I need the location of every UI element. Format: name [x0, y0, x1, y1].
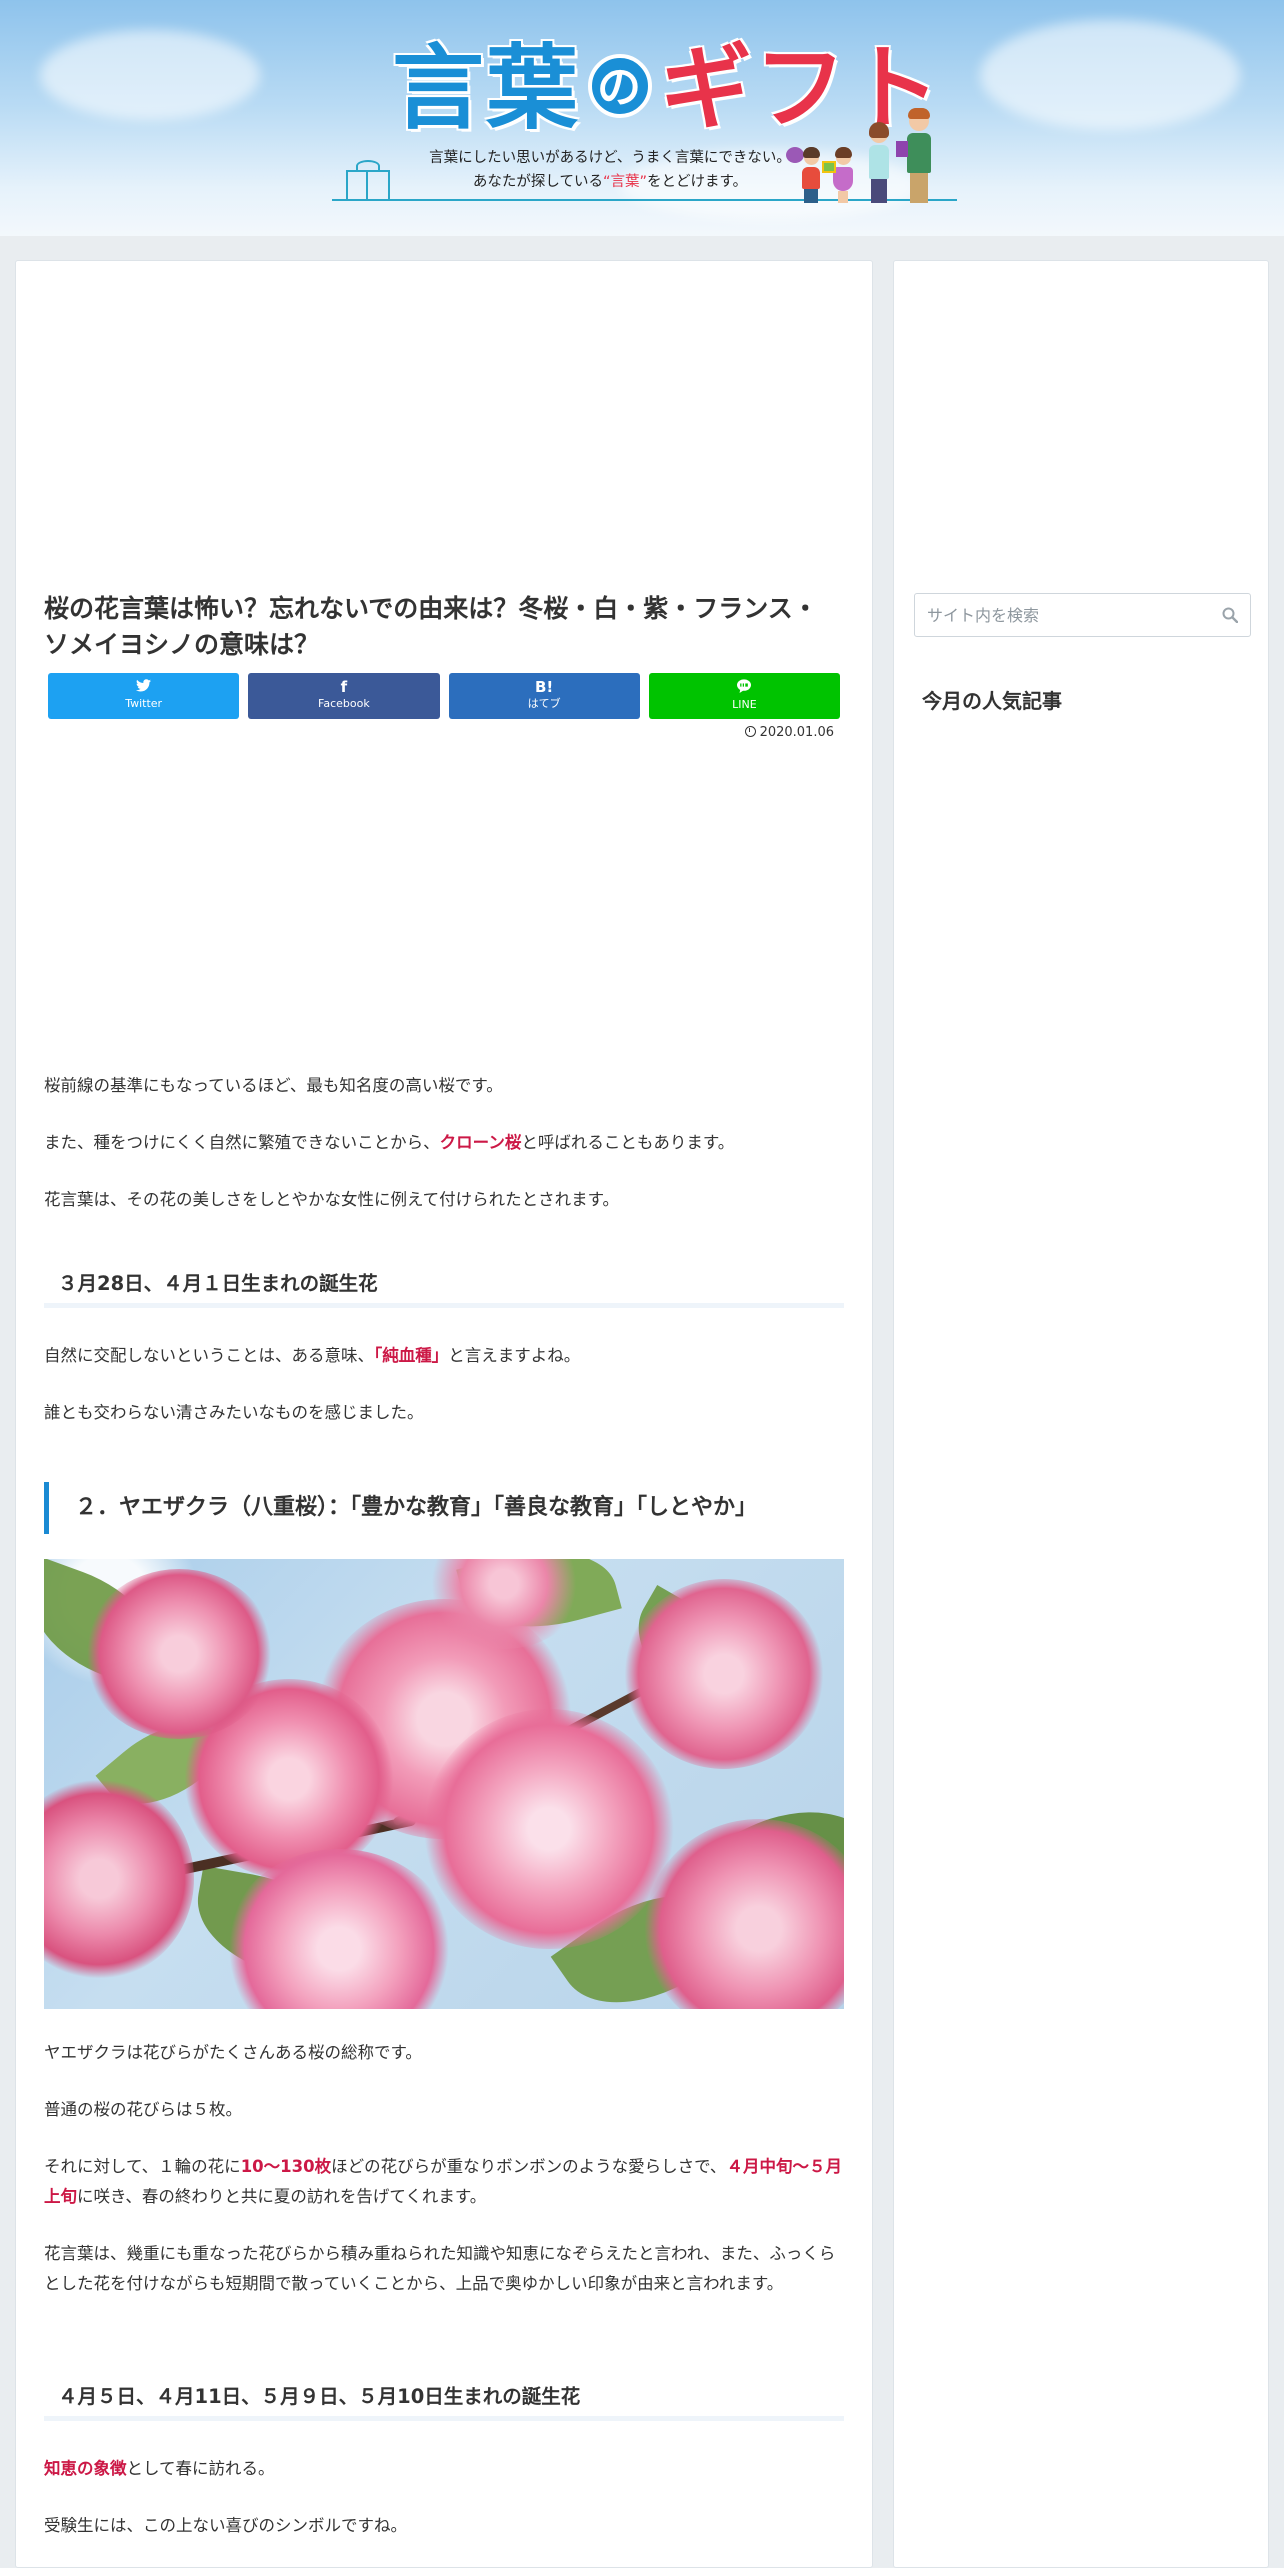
facebook-f-icon: f [340, 678, 348, 696]
paragraph: 自然に交配しないということは、ある意味、「純血種」と言えますよね。 [44, 1341, 844, 1371]
share-label: LINE [732, 698, 757, 711]
boy-figure [786, 147, 824, 203]
logo-text-kotoba: 言葉 [392, 35, 581, 142]
paragraph: 誰とも交わらない清さみたいなものを感じました。 [44, 1403, 424, 1422]
yaezakura-photo [44, 1559, 844, 2009]
family-illustration [786, 98, 950, 203]
emphasis-text: 「純血種」 [374, 1346, 449, 1365]
site-tagline: 言葉にしたい思いがあるけど、うまく言葉にできない。 あなたが探している“言葉”を… [390, 146, 830, 194]
share-label: はてブ [527, 697, 561, 710]
paragraph-text: ほどの花びらが重なりボンボンのような愛らしさで、 [331, 2157, 727, 2176]
gift-box-icon [346, 170, 390, 200]
paragraph: 知恵の象徴として春に訪れる。 [44, 2454, 844, 2484]
paragraph: また、種をつけにくく自然に繁殖できないことから、クローン桜と呼ばれることもありま… [44, 1128, 844, 1158]
paragraph: 花言葉は、幾重にも重なった花びらから積み重ねられた知識や知恵になぞらえたと言われ… [44, 2244, 836, 2293]
paragraph-text: それに対して、１輪の花に [44, 2157, 241, 2176]
tagline-line-2: あなたが探している“言葉”をとどけます。 [390, 170, 830, 194]
woman-figure [864, 122, 894, 203]
clock-icon [744, 726, 756, 737]
logo-text-no: の [588, 54, 653, 118]
search-input[interactable] [915, 594, 1205, 636]
page-title: 桜の花言葉は怖い？忘れないでの由来は？冬桜・白・紫・フランス・ソメイヨシノの意味… [44, 594, 818, 659]
emphasis-text: クローン桜 [439, 1133, 522, 1152]
paragraph: 普通の桜の花びらは５枚。 [44, 2100, 242, 2119]
site-header: 言葉のギフト 言葉にしたい思いがあるけど、うまく言葉にできない。 あなたが探して… [0, 0, 1284, 236]
share-twitter-button[interactable]: Twitter [48, 673, 240, 719]
paragraph-text: 自然に交配しないということは、ある意味、 [44, 1346, 374, 1365]
tagline-highlight: “言葉” [602, 174, 648, 190]
emphasis-text: 知恵の象徴 [44, 2459, 127, 2478]
post-date: 2020.01.06 [744, 725, 834, 740]
hatena-bookmark-icon: B! [534, 678, 554, 696]
blossom-shape [84, 1569, 274, 1739]
paragraph-text: また、種をつけにくく自然に繁殖できないことから、 [44, 1133, 440, 1152]
site-logo-link[interactable]: 言葉のギフト 言葉にしたい思いがあるけど、うまく言葉にできない。 あなたが探して… [330, 14, 960, 214]
share-label: Facebook [318, 697, 370, 710]
tagline-text: をとどけます。 [647, 174, 748, 190]
man-figure [896, 108, 936, 203]
popular-posts-heading: 今月の人気記事 [922, 689, 1062, 713]
blossom-shape [424, 1709, 674, 1949]
emphasis-text: 10～130枚 [240, 2157, 332, 2176]
paragraph: 受験生には、この上ない喜びのシンボルですね。 [44, 2516, 407, 2535]
paragraph: 花言葉は、その花の美しさをしとやかな女性に例えて付けられたとされます。 [44, 1190, 620, 1209]
paragraph: それに対して、１輪の花に10～130枚ほどの花びらが重なりボンボンのような愛らし… [44, 2152, 844, 2212]
blossom-shape [624, 1579, 824, 1769]
paragraph-text: と呼ばれることもあります。 [521, 1133, 735, 1152]
search-icon[interactable] [1222, 607, 1239, 624]
paragraph: 桜前線の基準にもなっているほど、最も知名度の高い桜です。 [44, 1076, 503, 1095]
blossom-shape [644, 1819, 844, 2009]
share-buttons: Twitter f Facebook B! はてブ LINE [48, 673, 840, 719]
tagline-line-1: 言葉にしたい思いがあるけど、うまく言葉にできない。 [429, 150, 791, 166]
share-line-button[interactable]: LINE [648, 673, 840, 719]
article-card: 桜の花言葉は怖い？忘れないでの由来は？冬桜・白・紫・フランス・ソメイヨシノの意味… [15, 260, 873, 2568]
girl-figure [822, 147, 856, 203]
paragraph-text: と言えますよね。 [448, 1346, 581, 1365]
section-heading-h2: ２．ヤエザクラ（八重桜）：「豊かな教育」「善良な教育」「しとやか」 [44, 1482, 844, 1534]
paragraph-text: として春に訪れる。 [126, 2459, 275, 2478]
section-heading-h3: ４月５日、４月11日、５月９日、５月10日生まれの誕生花 [44, 2378, 844, 2421]
sidebar: 今月の人気記事 [893, 260, 1269, 2568]
blossom-shape [44, 1779, 194, 1979]
tagline-text: あなたが探している [472, 174, 603, 190]
post-date-text: 2020.01.06 [759, 725, 834, 740]
paragraph: ヤエザクラは花びらがたくさんある桜の総称です。 [44, 2043, 422, 2062]
section-heading-h3: ３月28日、４月１日生まれの誕生花 [44, 1265, 844, 1308]
site-search-box [914, 593, 1251, 637]
share-facebook-button[interactable]: f Facebook [248, 673, 440, 719]
paragraph-text: に咲き、春の終わりと共に夏の訪れを告げてくれます。 [77, 2187, 487, 2206]
line-chat-icon [649, 679, 840, 697]
share-label: Twitter [125, 697, 163, 710]
share-hatena-button[interactable]: B! はてブ [448, 673, 640, 719]
twitter-bird-icon [48, 679, 239, 696]
